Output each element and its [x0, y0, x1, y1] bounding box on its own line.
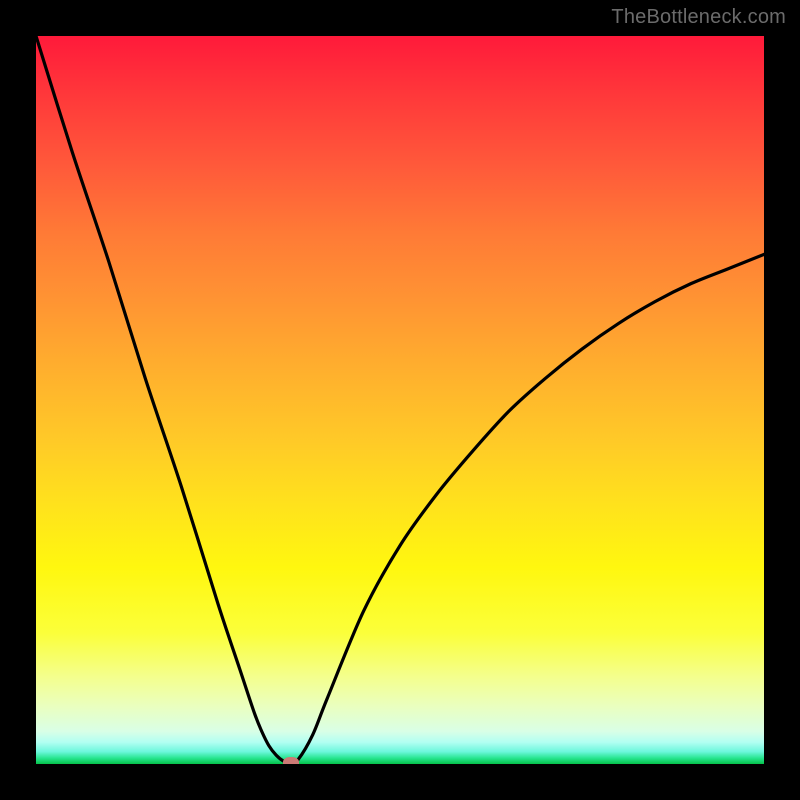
chart-frame: TheBottleneck.com — [0, 0, 800, 800]
plot-area — [36, 36, 764, 764]
watermark-text: TheBottleneck.com — [611, 6, 786, 29]
bottleneck-curve — [36, 36, 764, 764]
optimal-point-marker — [283, 757, 299, 764]
